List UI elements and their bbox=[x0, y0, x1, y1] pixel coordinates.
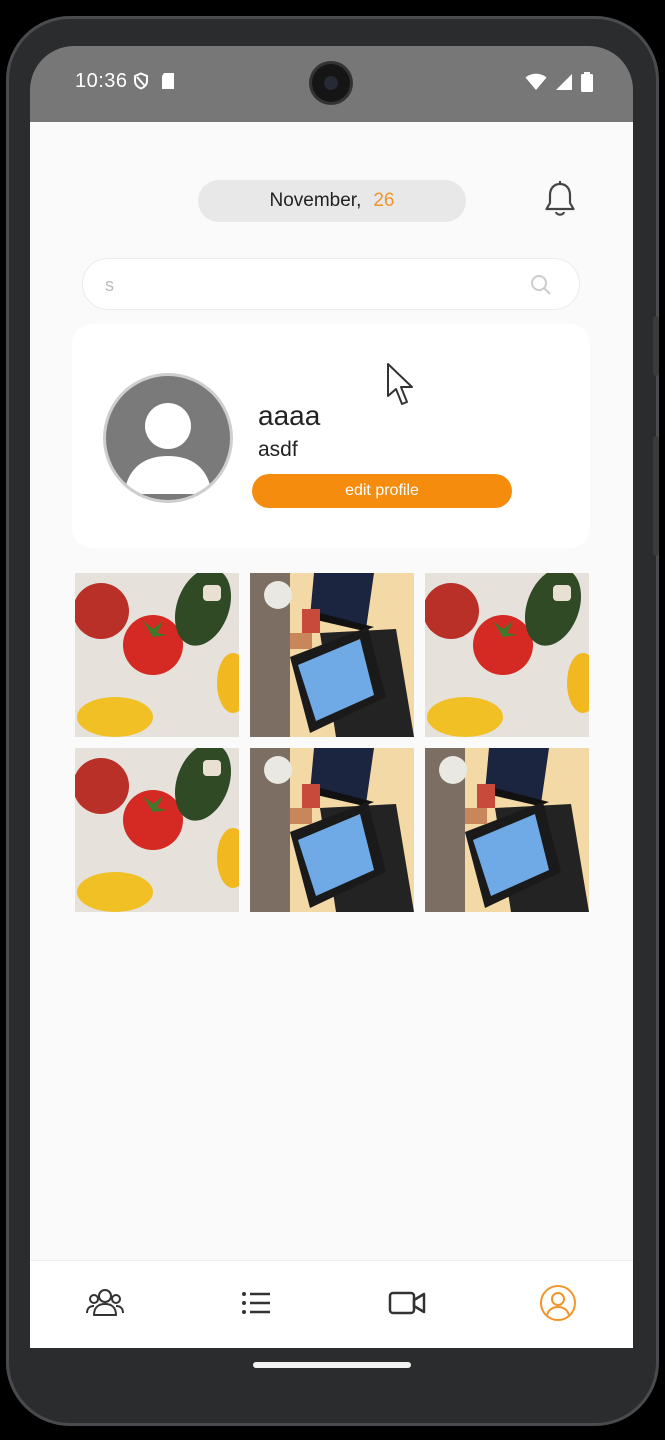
date-day: 26 bbox=[373, 190, 395, 211]
video-camera-icon[interactable] bbox=[387, 1283, 427, 1323]
avatar[interactable] bbox=[106, 376, 230, 500]
volume-button bbox=[653, 436, 659, 556]
photo-thumbnail[interactable] bbox=[75, 573, 239, 737]
power-button bbox=[653, 316, 659, 376]
battery-icon bbox=[581, 72, 593, 92]
front-camera bbox=[312, 64, 350, 102]
search-input[interactable]: s bbox=[105, 275, 114, 296]
list-icon[interactable] bbox=[236, 1283, 276, 1323]
wifi-icon bbox=[525, 73, 547, 90]
profile-name: aaaa bbox=[258, 400, 321, 431]
date-month: November, bbox=[269, 190, 362, 211]
photo-thumbnail[interactable] bbox=[425, 573, 589, 737]
shield-status-icon bbox=[134, 72, 148, 90]
photo-thumbnail[interactable] bbox=[75, 748, 239, 912]
avatar-placeholder-icon bbox=[124, 403, 212, 494]
mouse-cursor-icon bbox=[387, 363, 413, 405]
profile-icon[interactable] bbox=[538, 1283, 578, 1323]
date-pill[interactable]: November, 26 bbox=[198, 180, 466, 222]
search-bar[interactable]: s bbox=[82, 258, 580, 310]
signal-icon bbox=[556, 74, 572, 90]
search-icon[interactable] bbox=[529, 273, 553, 297]
profile-screen: November, 26 s aaaa asdf edit profile bbox=[30, 122, 633, 1348]
photo-thumbnail[interactable] bbox=[250, 748, 414, 912]
sd-card-icon bbox=[162, 73, 174, 89]
group-icon[interactable] bbox=[85, 1283, 125, 1323]
profile-handle: asdf bbox=[258, 438, 298, 461]
photo-thumbnail[interactable] bbox=[250, 573, 414, 737]
home-indicator[interactable] bbox=[253, 1362, 411, 1368]
edit-profile-button[interactable]: edit profile bbox=[252, 474, 512, 508]
bottom-navigation bbox=[30, 1260, 633, 1348]
photo-grid bbox=[75, 573, 589, 913]
profile-card: aaaa asdf edit profile bbox=[72, 324, 590, 548]
photo-thumbnail[interactable] bbox=[425, 748, 589, 912]
status-time: 10:36 bbox=[75, 70, 128, 92]
notification-bell-icon[interactable] bbox=[542, 180, 578, 220]
